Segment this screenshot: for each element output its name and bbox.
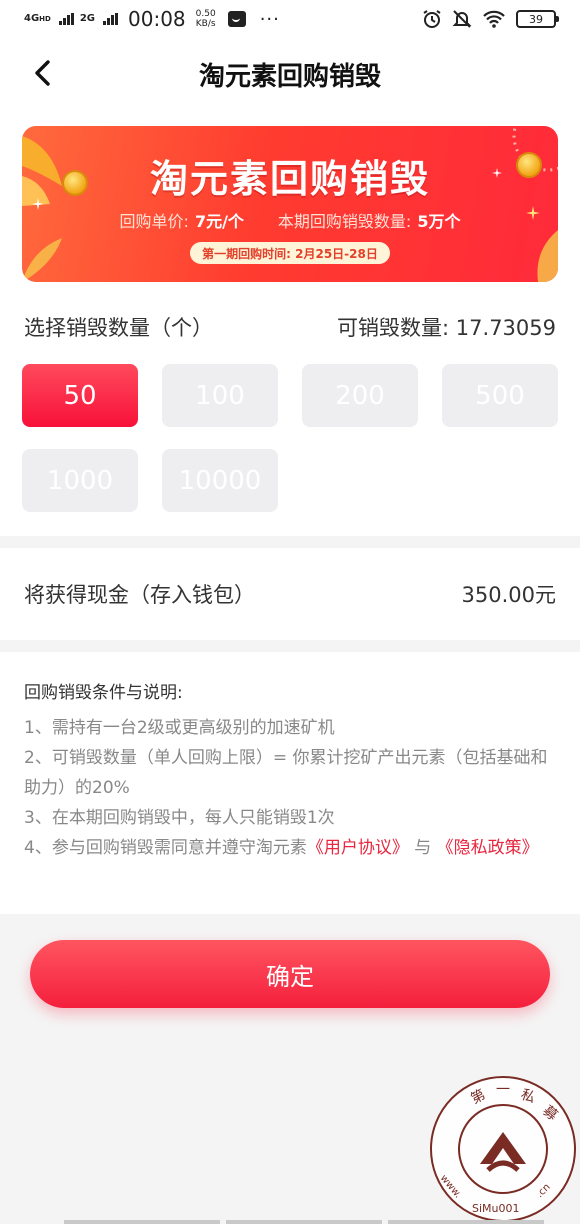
svg-text:一: 一 [496,1082,510,1098]
status-time: 00:08 [128,7,186,31]
quantity-option-50[interactable]: 50 [22,364,138,427]
network-speed: 0.50 KB/s [195,9,216,29]
signal-icon [58,13,74,25]
banner-section: 淘元素回购销毁 回购单价: 7元/个 本期回购销毁数量: 5万个 第一期回购时间: … [0,110,580,292]
cash-section: 将获得现金（存入钱包） 350.00元 [0,548,580,640]
leaf-decoration-icon [22,238,62,282]
wifi-icon [483,10,505,28]
quantity-label: 选择销毁数量（个） [24,316,213,340]
network-4g-indicator: 4GHD [24,13,51,24]
battery-icon: 39 [516,10,559,28]
period-badge: 第一期回购时间: 2月25日-28日 [190,242,390,264]
rule-item: 4、参与回购销毁需同意并遵守淘元素《用户协议》 与 《隐私政策》 [24,838,539,858]
cash-label: 将获得现金（存入钱包） [24,583,255,607]
nav-bar: 淘元素回购销毁 [0,38,580,110]
rule-item: 2、可销毁数量（单人回购上限）= 你累计挖矿产出元素（包括基础和助力）的20% [24,748,548,798]
quantity-option-100[interactable]: 100 [162,364,278,427]
quantity-option-500[interactable]: 500 [442,364,558,427]
rule-item: 3、在本期回购销毁中，每人只能销毁1次 [24,808,335,828]
user-agreement-link[interactable]: 《用户协议》 [307,838,409,858]
banner-info: 回购单价: 7元/个 本期回购销毁数量: 5万个 [22,208,558,232]
network-2g-indicator: 2G [79,13,96,24]
signal-icon-2 [103,13,119,25]
privacy-policy-link[interactable]: 《隐私政策》 [437,838,539,858]
quantity-option-1000[interactable]: 1000 [22,449,138,512]
confirm-button[interactable]: 确定 [30,940,550,1008]
rules-title: 回购销毁条件与说明: [24,683,183,703]
leaf-decoration-icon [537,230,558,282]
watermark-logo: 第 一 私 募 www. SiMu001 .cn [430,1076,576,1222]
quantity-option-10000[interactable]: 10000 [162,449,278,512]
page-title: 淘元素回购销毁 [198,61,381,92]
rule-item: 1、需持有一台2级或更高级别的加速矿机 [24,718,335,738]
promo-banner: 淘元素回购销毁 回购单价: 7元/个 本期回购销毁数量: 5万个 第一期回购时间: … [22,126,558,282]
more-notifications-icon: ··· [259,8,280,30]
quantity-section: 选择销毁数量（个） 可销毁数量: 17.73059 50 100 200 500… [0,292,580,536]
message-icon [227,11,246,27]
svg-text:SiMu001: SiMu001 [472,1202,520,1215]
unit-price: 回购单价: 7元/个 [119,212,244,231]
status-bar: 4GHD 2G 00:08 0.50 KB/s ··· 39 [0,0,580,38]
rules-section: 回购销毁条件与说明: 1、需持有一台2级或更高级别的加速矿机 2、可销毁数量（单… [0,652,580,914]
quantity-options: 50 100 200 500 1000 10000 [22,364,558,512]
mute-bell-icon [452,10,472,28]
chevron-left-icon[interactable] [28,58,58,88]
home-indicator [64,1220,544,1224]
banner-title: 淘元素回购销毁 [149,157,430,201]
cash-value: 350.00元 [461,583,556,607]
buyback-quantity: 本期回购销毁数量: 5万个 [277,212,461,231]
quantity-option-200[interactable]: 200 [302,364,418,427]
available-quantity: 可销毁数量: 17.73059 [337,316,556,340]
alarm-icon [423,10,441,28]
